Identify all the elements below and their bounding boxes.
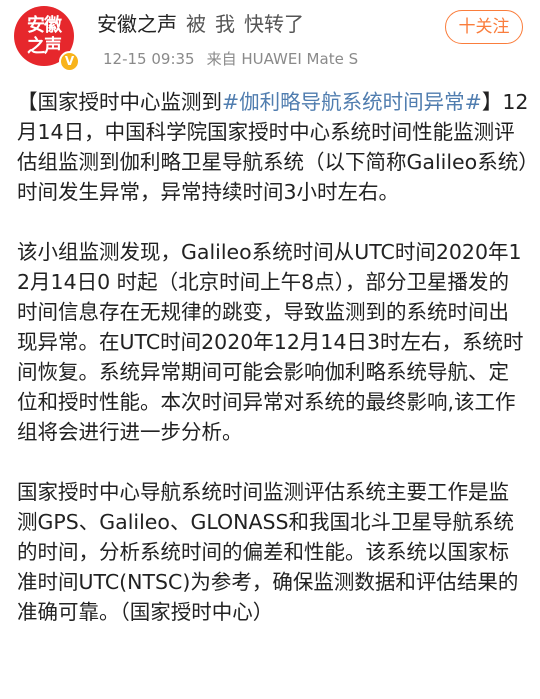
post-header: 安徽 之声 V 安徽之声被我快转了 12-15 09:35 来自 HUAWEI M… <box>0 0 540 84</box>
post-body: 【国家授时中心监测到#伽利略导航系统时间异常#】12月14日，中国科学院国家授时… <box>17 87 529 627</box>
post-source: 来自 HUAWEI Mate S <box>206 50 359 68</box>
user-name[interactable]: 安徽之声 <box>97 12 177 36</box>
post-time: 12-15 09:35 <box>103 50 195 68</box>
forward-word-kuaizhuanle: 快转了 <box>244 12 304 36</box>
post-paragraph-1: 【国家授时中心监测到#伽利略导航系统时间异常#】12月14日，中国科学院国家授时… <box>17 87 529 207</box>
post-meta: 12-15 09:35 来自 HUAWEI Mate S <box>103 48 358 70</box>
post-title-line: 安徽之声被我快转了 <box>97 10 304 38</box>
post-paragraph-3: 国家授时中心导航系统时间监测评估系统主要工作是监测GPS、Galileo、GLO… <box>17 480 519 624</box>
follow-button[interactable]: 十关注 <box>445 10 523 44</box>
forward-word-wo[interactable]: 我 <box>215 12 235 36</box>
post-paragraph-2: 该小组监测发现，Galileo系统时间从UTC时间2020年12月14日0 时起… <box>17 240 524 444</box>
post-p1-lead: 【国家授时中心监测到 <box>17 90 222 114</box>
avatar-text-line1: 安徽 <box>27 15 62 36</box>
verified-badge-icon: V <box>59 51 80 72</box>
topic-link[interactable]: #伽利略导航系统时间异常# <box>222 90 482 114</box>
avatar[interactable]: 安徽 之声 V <box>14 6 80 72</box>
forward-word-bei: 被 <box>186 12 206 36</box>
